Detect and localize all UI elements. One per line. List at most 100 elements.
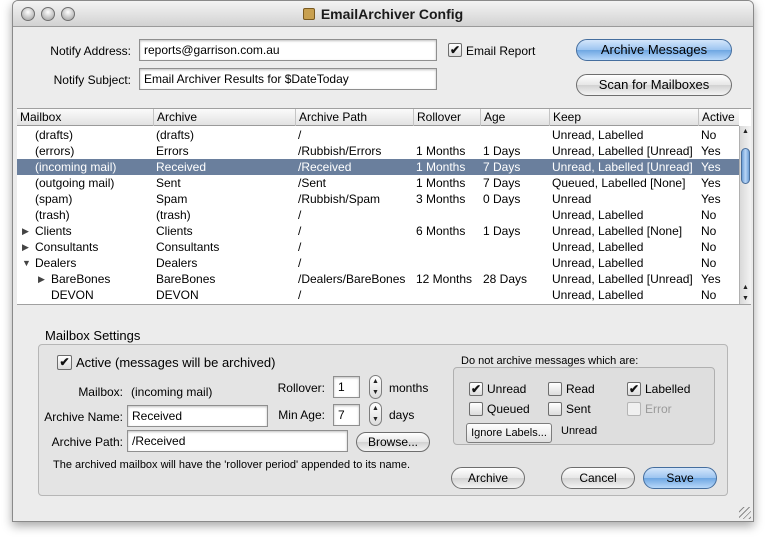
archive-path-label: Archive Path: bbox=[51, 435, 123, 449]
check-icon: ✔ bbox=[470, 382, 482, 396]
cell-age bbox=[483, 255, 548, 271]
min-age-stepper[interactable]: ▲ ▼ bbox=[369, 402, 382, 426]
resize-grip-icon[interactable] bbox=[739, 507, 751, 519]
table-row[interactable]: (incoming mail) Received/Received 1 Months… bbox=[17, 159, 739, 175]
cell-mailbox: (trash) bbox=[35, 208, 70, 222]
cell-mailbox: Consultants bbox=[35, 240, 99, 254]
cell-archive-path: / bbox=[298, 208, 302, 222]
table-row[interactable]: DEVON DEVON / Unread, Labelled No bbox=[17, 287, 739, 303]
scroll-down-arrow-icon[interactable]: ▼ bbox=[740, 293, 751, 304]
cell-age bbox=[483, 127, 548, 143]
cell-keep: Unread, Labelled [None] bbox=[552, 224, 683, 238]
cell-rollover bbox=[416, 239, 479, 255]
mailbox-label: Mailbox: bbox=[78, 385, 123, 399]
do-not-archive-label: Do not archive messages which are: bbox=[461, 355, 639, 367]
cell-keep: Unread, Labelled bbox=[552, 256, 644, 270]
archive-path-field[interactable]: /Received bbox=[127, 430, 348, 452]
table-row[interactable]: (spam) Spam/Rubbish/Spam 3 Months 0 Days Unr… bbox=[17, 191, 739, 207]
stepper-down-arrow-icon[interactable]: ▼ bbox=[370, 414, 381, 425]
cell-mailbox: (errors) bbox=[35, 144, 75, 158]
table-header: Mailbox Archive Archive Path Rollover Ag… bbox=[17, 109, 739, 126]
column-header-archive-path[interactable]: Archive Path bbox=[295, 109, 413, 126]
rollover-stepper[interactable]: ▲ ▼ bbox=[369, 375, 382, 399]
archive-name-field[interactable]: Received bbox=[127, 405, 268, 427]
option-queued-checkbox[interactable] bbox=[469, 402, 483, 416]
save-button[interactable]: Save bbox=[643, 467, 717, 489]
cell-mailbox: DEVON bbox=[51, 288, 94, 302]
column-header-archive[interactable]: Archive bbox=[153, 109, 295, 126]
cell-rollover: 1 Months bbox=[416, 144, 466, 158]
ignore-labels-button[interactable]: Ignore Labels... bbox=[466, 423, 552, 443]
disclosure-closed-icon[interactable]: ▶ bbox=[22, 239, 29, 255]
archive-messages-button[interactable]: Archive Messages bbox=[576, 39, 732, 61]
browse-button[interactable]: Browse... bbox=[356, 432, 430, 452]
scroll-up-arrow-icon[interactable]: ▲ bbox=[740, 126, 751, 138]
cell-keep: Queued, Labelled [None] bbox=[552, 176, 686, 190]
option-read-checkbox[interactable] bbox=[548, 382, 562, 396]
table-row[interactable]: (trash) (trash) / Unread, Labelled No bbox=[17, 207, 739, 223]
mailbox-table[interactable]: Mailbox Archive Archive Path Rollover Ag… bbox=[17, 108, 751, 305]
cell-archive: Consultants bbox=[156, 240, 220, 254]
cell-keep: Unread, Labelled bbox=[552, 240, 644, 254]
column-header-active[interactable]: Active bbox=[698, 109, 739, 126]
cell-archive-path: / bbox=[298, 224, 302, 238]
table-row[interactable]: ▼ Dealers Dealers / Unread, Labelled No bbox=[17, 255, 739, 271]
column-header-age[interactable]: Age bbox=[480, 109, 549, 126]
table-scrollbar[interactable]: ▲ ▲ ▼ bbox=[739, 126, 751, 304]
cell-keep: Unread, Labelled bbox=[552, 288, 644, 302]
active-checkbox[interactable]: ✔ bbox=[57, 355, 72, 370]
option-sent-label: Sent bbox=[566, 402, 591, 416]
option-queued-label: Queued bbox=[487, 402, 530, 416]
cell-active: No bbox=[701, 208, 717, 222]
cell-age bbox=[483, 287, 548, 303]
disclosure-closed-icon[interactable]: ▶ bbox=[38, 271, 45, 287]
cell-keep: Unread, Labelled [Unread] bbox=[552, 160, 693, 174]
check-icon: ✔ bbox=[628, 382, 640, 396]
cell-archive: Spam bbox=[156, 192, 188, 206]
cell-age: 7 Days bbox=[483, 160, 521, 174]
cell-archive-path: /Rubbish/Spam bbox=[298, 192, 381, 206]
scan-mailboxes-button[interactable]: Scan for Mailboxes bbox=[576, 74, 732, 96]
mailbox-settings-title: Mailbox Settings bbox=[45, 328, 141, 343]
stepper-up-arrow-icon[interactable]: ▲ bbox=[370, 376, 381, 387]
column-header-rollover[interactable]: Rollover bbox=[413, 109, 480, 126]
table-row[interactable]: ▶ BareBones BareBones/Dealers/BareBones 12 … bbox=[17, 271, 739, 287]
table-row[interactable]: ▶ Clients Clients / 6 Months 1 Days Unread, La… bbox=[17, 223, 739, 239]
archive-button[interactable]: Archive bbox=[451, 467, 525, 489]
table-row[interactable]: (errors) Errors/Rubbish/Errors 1 Months 1 D… bbox=[17, 143, 739, 159]
table-row[interactable]: ▶ Consultants Consultants / Unread, Labelled… bbox=[17, 239, 739, 255]
mailbox-value: (incoming mail) bbox=[131, 385, 213, 399]
notify-subject-field[interactable]: Email Archiver Results for $DateToday bbox=[139, 68, 437, 90]
cell-archive: BareBones bbox=[156, 272, 216, 286]
email-report-checkbox[interactable]: ✔ bbox=[448, 43, 462, 57]
cell-archive-path: /Rubbish/Errors bbox=[298, 144, 382, 158]
option-unread-checkbox[interactable]: ✔ bbox=[469, 382, 483, 396]
stepper-up-arrow-icon[interactable]: ▲ bbox=[370, 403, 381, 414]
title-bar[interactable]: EmailArchiver Config bbox=[13, 1, 753, 27]
cell-rollover: 3 Months bbox=[416, 192, 466, 206]
active-label: Active (messages will be archived) bbox=[76, 355, 276, 370]
stepper-down-arrow-icon[interactable]: ▼ bbox=[370, 387, 381, 398]
option-sent-checkbox[interactable] bbox=[548, 402, 562, 416]
rollover-field[interactable]: 1 bbox=[333, 376, 360, 398]
notify-address-field[interactable]: reports@garrison.com.au bbox=[139, 39, 437, 61]
table-row[interactable]: (drafts) (drafts) / Unread, Labelled No bbox=[17, 127, 739, 143]
cell-keep: Unread, Labelled bbox=[552, 208, 644, 222]
table-row[interactable]: (outgoing mail) Sent/Sent 1 Months 7 Days Qu… bbox=[17, 175, 739, 191]
option-labelled-checkbox[interactable]: ✔ bbox=[627, 382, 641, 396]
min-age-field[interactable]: 7 bbox=[333, 404, 360, 426]
scroll-thumb[interactable] bbox=[741, 148, 750, 184]
disclosure-open-icon[interactable]: ▼ bbox=[22, 255, 31, 271]
cancel-button[interactable]: Cancel bbox=[561, 467, 635, 489]
disclosure-closed-icon[interactable]: ▶ bbox=[22, 223, 29, 239]
app-icon bbox=[302, 8, 315, 20]
cell-age: 0 Days bbox=[483, 192, 521, 206]
cell-mailbox: Dealers bbox=[35, 256, 77, 270]
cell-age: 1 Days bbox=[483, 224, 521, 238]
cell-rollover: 1 Months bbox=[416, 176, 466, 190]
column-header-mailbox[interactable]: Mailbox bbox=[17, 109, 153, 126]
rollover-note: The archived mailbox will have the 'roll… bbox=[53, 459, 411, 471]
column-header-keep[interactable]: Keep bbox=[549, 109, 698, 126]
cell-archive: Sent bbox=[156, 176, 181, 190]
cell-keep: Unread, Labelled [Unread] bbox=[552, 144, 693, 158]
